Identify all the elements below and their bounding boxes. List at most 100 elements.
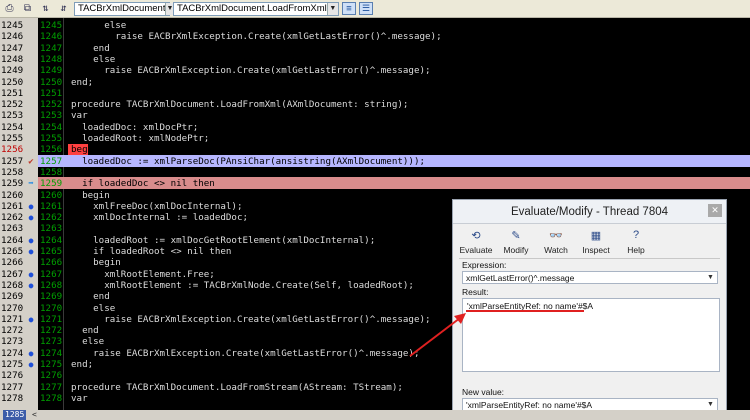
evaluate-button[interactable]: ⟲ Evaluate [459,228,493,262]
expression-value: xmlGetLastError()^.message [466,273,575,283]
breakpoint-dot-icon[interactable]: ● [26,269,36,281]
line-number: 1275 [40,359,63,370]
code-text: xmlRootElement.Free; [71,268,215,280]
gutter-line-number: 1246 [1,31,24,43]
line-number: 1274 [40,347,63,359]
toolbar-icon-3[interactable]: ⇅ [38,2,53,16]
code-text: loadedDoc: xmlDocPtr; [71,121,199,133]
chevron-down-icon[interactable]: ▼ [705,399,716,410]
line-number: 1255 [40,133,63,144]
dialog-title-bar[interactable]: Evaluate/Modify - Thread 7804 ✕ [453,200,726,224]
breakpoint-dot-icon[interactable]: ● [26,235,36,247]
code-text: if loadedRoot <> nil then [71,246,232,257]
watch-icon: 👓 [549,229,563,242]
modify-label: Modify [503,245,529,255]
toolbar-icon-1[interactable]: ⎙ [2,2,17,16]
breakpoint-dot-icon[interactable]: ● [26,348,36,360]
tree-view-icon[interactable]: ☰ [359,2,373,15]
code-text: else [71,336,105,348]
scroll-left-icon[interactable]: < [32,410,37,420]
code-line[interactable]: 1250 1250 end; [0,77,750,89]
expression-input[interactable]: xmlGetLastError()^.message ▼ [462,271,718,284]
gutter-line-number: 1259 [1,178,24,190]
line-number: 1253 [40,110,63,122]
gutter-line-number: 1253 [1,110,24,122]
gutter-line-number: 1267 [1,268,24,280]
breakpoint-dot-icon[interactable]: ● [26,359,36,371]
line-number: 1276 [40,370,63,382]
code-line[interactable]: 1254 1254 loadedDoc: xmlDocPtr; [0,122,750,134]
line-number: 1269 [40,291,63,303]
line-number: 1278 [40,392,63,404]
code-text: end [71,325,99,337]
gutter-line-number: 1272 [1,325,24,337]
code-line[interactable]: 1248 1248 else [0,54,750,66]
evaluate-icon: ⟲ [471,229,481,242]
new-value-label: New value: [462,387,505,397]
code-text: procedure TACBrXmlDocument.LoadFromStrea… [71,381,403,393]
code-line[interactable]: 1255 1255 loadedRoot: xmlNodePtr; [0,133,750,145]
line-number: 1261 [40,200,63,212]
code-line[interactable]: 1257 ✔ 1257 loadedDoc := xmlParseDoc(PAnsi… [0,156,750,168]
gutter-line-number: 1252 [1,99,24,111]
close-icon[interactable]: ✕ [708,204,722,217]
gutter-line-number: 1269 [1,291,24,303]
line-number: 1254 [40,121,63,133]
code-text: end [71,42,110,54]
code-text: raise EACBrXmlException.Create(xmlGetLas… [71,313,431,325]
line-number: 1272 [40,325,63,337]
inspect-button[interactable]: ▦ Inspect [579,228,613,262]
chevron-down-icon[interactable]: ▼ [326,2,338,15]
code-line[interactable]: 1252 1252 procedure TACBrXmlDocument.LoadF… [0,99,750,111]
gutter-line-number: 1264 [1,234,24,246]
code-line[interactable]: 1246 1246 raise EACBrXmlException.Create(… [0,31,750,43]
list-view-icon[interactable]: ≡ [342,2,356,15]
code-line[interactable]: 1245 1245 else [0,20,750,32]
breakpoint-check-icon[interactable]: ✔ [26,156,36,168]
line-number: 1265 [40,246,63,257]
line-number: 1260 [40,189,63,201]
class-combo[interactable]: TACBrXmlDocument ▼ [74,1,174,16]
code-line[interactable]: 1253 1253 var [0,110,750,122]
inspect-icon: ▦ [590,229,602,242]
code-text: end; [71,359,94,370]
gutter-line-number: 1260 [1,189,24,201]
code-text: raise EACBrXmlException.Create(xmlGetLas… [71,65,431,77]
chevron-down-icon[interactable]: ▼ [705,272,716,283]
watch-button[interactable]: 👓 Watch [539,228,573,262]
expression-label: Expression: [462,260,507,270]
code-line[interactable]: 1259 ➡ 1259 if loadedDoc <> nil then [0,178,750,190]
code-text: if loadedDoc <> nil then [71,178,215,190]
breakpoint-dot-icon[interactable]: ● [26,314,36,326]
gutter-line-number: 1262 [1,212,24,224]
modify-button[interactable]: ✎ Modify [499,228,533,262]
code-text: else [71,53,116,65]
gutter-line-number: 1278 [1,392,24,404]
code-text: end; [71,76,94,88]
code-text: raise EACBrXmlException.Create(xmlGetLas… [71,347,420,359]
line-number: 1249 [40,65,63,77]
toolbar-icon-4[interactable]: ⇵ [56,2,71,16]
new-value: 'xmlParseEntityRef: no name'#$A [466,400,593,410]
code-line[interactable]: 1251 1251 [0,88,750,100]
code-text: xmlFreeDoc(xmlDocInternal); [71,200,243,212]
toolbar-icon-2[interactable]: ⧉ [20,2,35,16]
help-button[interactable]: ? Help [619,228,653,262]
result-label: Result: [462,287,489,297]
code-text: loadedRoot: xmlNodePtr; [71,133,210,144]
breakpoint-dot-icon[interactable]: ● [26,246,36,258]
code-line[interactable]: 1247 1247 end [0,43,750,55]
code-text: procedure TACBrXmlDocument.LoadFromXml(A… [71,99,409,111]
code-text: else [71,20,127,31]
gutter-line-number: 1248 [1,53,24,65]
gutter-line-number: 1266 [1,257,24,269]
breakpoint-dot-icon[interactable]: ● [26,280,36,292]
execution-arrow-icon[interactable]: ➡ [26,178,36,190]
breakpoint-dot-icon[interactable]: ● [26,212,36,224]
breakpoint-dot-icon[interactable]: ● [26,201,36,213]
gutter-line-number: 1245 [1,20,24,31]
code-line[interactable]: 1249 1249 raise EACBrXmlException.Create(… [0,65,750,77]
line-number: 1252 [40,99,63,111]
line-number: 1273 [40,336,63,348]
method-combo[interactable]: TACBrXmlDocument.LoadFromXml ▼ [173,1,339,16]
